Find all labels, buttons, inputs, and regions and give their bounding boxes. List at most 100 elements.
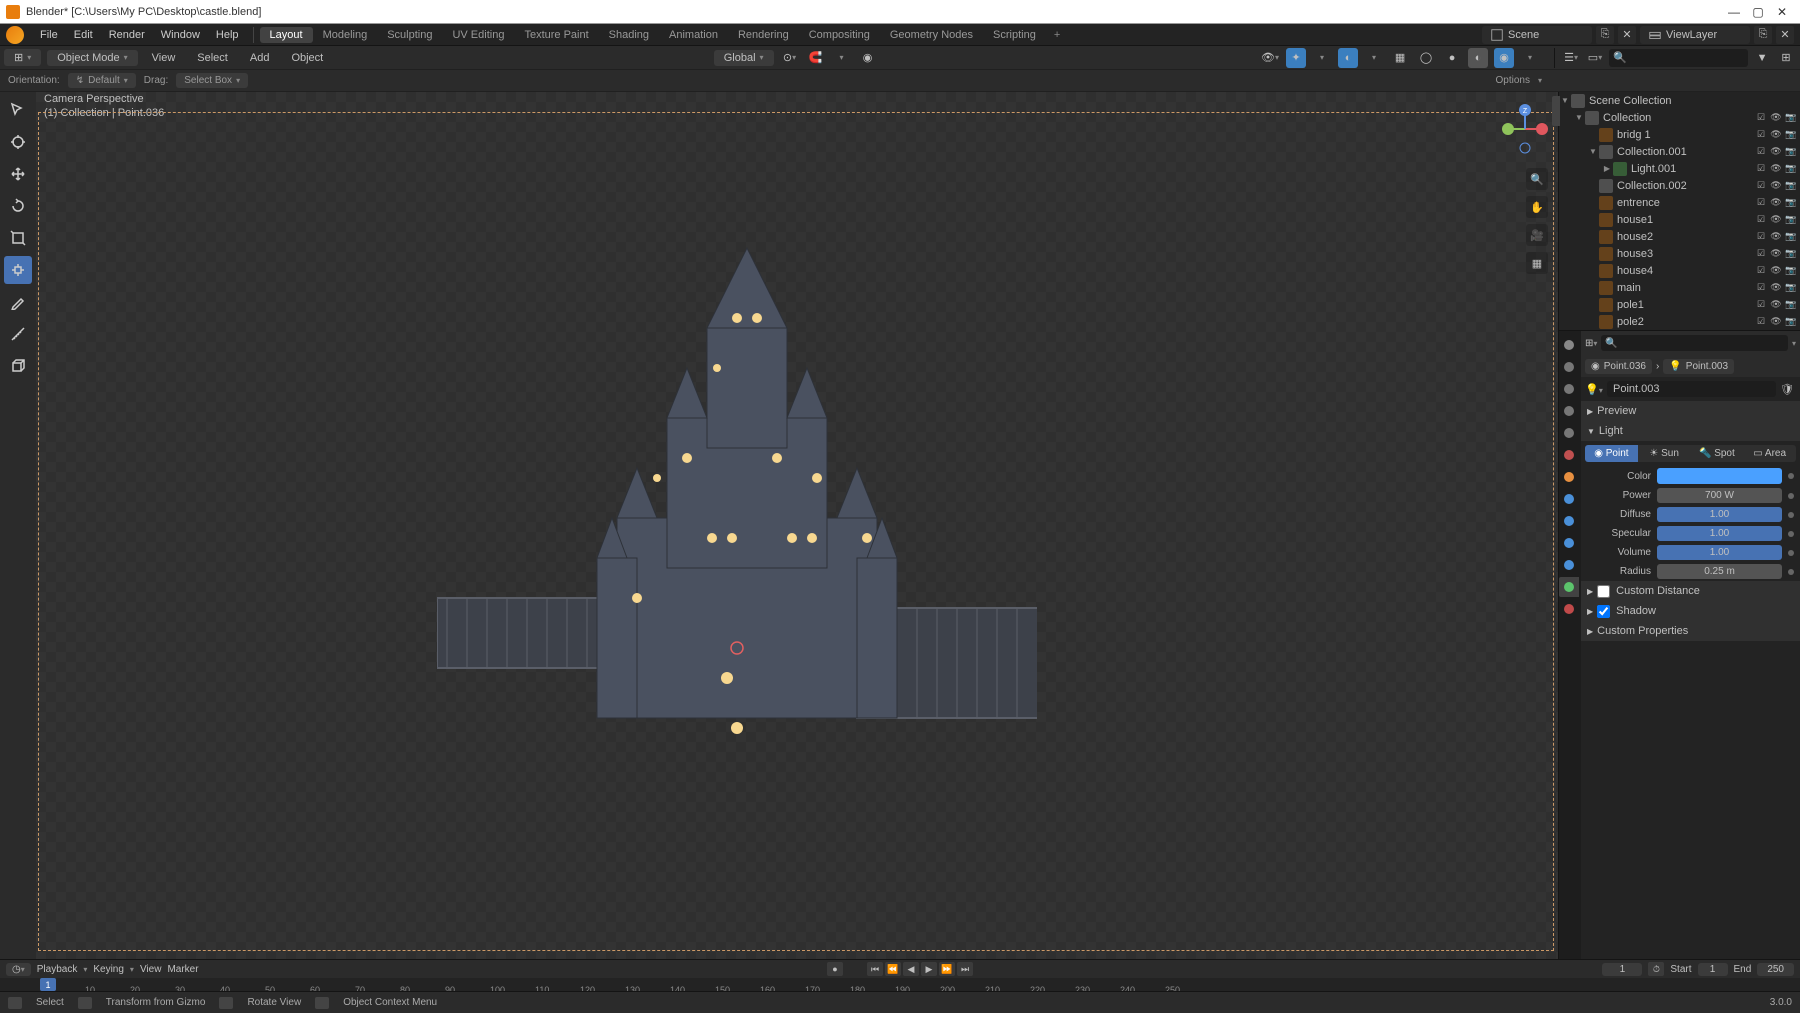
tab-rendering[interactable]: Rendering	[728, 27, 799, 43]
crumb-object[interactable]: ◉ Point.036	[1585, 359, 1652, 374]
shading-wireframe[interactable]: ◯	[1416, 48, 1436, 68]
tool-select-box[interactable]	[4, 96, 32, 124]
prop-tab-modifier[interactable]	[1559, 489, 1579, 509]
tl-view[interactable]: View	[140, 964, 162, 975]
nav-gizmo[interactable]: Z	[1500, 104, 1550, 154]
tab-uv-editing[interactable]: UV Editing	[442, 27, 514, 43]
panel-custom-properties[interactable]: ▶Custom Properties	[1581, 621, 1800, 641]
maximize-button[interactable]: ▢	[1746, 5, 1770, 19]
transform-orientation-dropdown[interactable]: Global ▾	[714, 50, 774, 66]
outliner-item[interactable]: house3☑👁📷	[1559, 245, 1800, 262]
autokey-button[interactable]: ●	[827, 962, 843, 976]
tool-cursor[interactable]	[4, 128, 32, 156]
outliner-item[interactable]: ▼Collection.001☑👁📷	[1559, 143, 1800, 160]
props-search[interactable]: 🔍	[1601, 335, 1788, 351]
snap-target-dropdown[interactable]: ▾	[832, 48, 852, 68]
sidebar-handle[interactable]	[1552, 96, 1560, 126]
mode-dropdown[interactable]: Object Mode ▾	[47, 50, 137, 66]
object-menu[interactable]: Object	[283, 52, 331, 64]
playhead[interactable]: 1	[40, 978, 56, 991]
outliner-filter-button[interactable]: ▼	[1752, 48, 1772, 68]
viewlayer-new-button[interactable]: ⎘	[1754, 26, 1772, 44]
crumb-data[interactable]: 💡 Point.003	[1663, 359, 1734, 374]
proportional-edit-toggle[interactable]: ◉	[858, 48, 878, 68]
outliner-item[interactable]: house2☑👁📷	[1559, 228, 1800, 245]
light-type-point[interactable]: ◉ Point	[1585, 445, 1638, 462]
xray-toggle[interactable]: ▦	[1390, 48, 1410, 68]
tool-move[interactable]	[4, 160, 32, 188]
options-label[interactable]: Options	[1496, 75, 1530, 86]
tab-compositing[interactable]: Compositing	[799, 27, 880, 43]
play[interactable]: ▶	[921, 962, 937, 976]
overlay-toggle[interactable]: ◐	[1338, 48, 1358, 68]
tab-geometry-nodes[interactable]: Geometry Nodes	[880, 27, 983, 43]
prop-tab-viewlayer[interactable]	[1559, 401, 1579, 421]
jump-end[interactable]: ⏭	[957, 962, 973, 976]
prop-tab-physics[interactable]	[1559, 533, 1579, 553]
prop-tab-output[interactable]	[1559, 379, 1579, 399]
orientation-value-dropdown[interactable]: ↯ Default ▾	[68, 73, 136, 88]
minimize-button[interactable]: —	[1722, 5, 1746, 19]
prop-tab-material[interactable]	[1559, 599, 1579, 619]
outliner-display-mode[interactable]: ▭▾	[1585, 48, 1605, 68]
volume-field[interactable]: 1.00	[1657, 545, 1782, 560]
diffuse-field[interactable]: 1.00	[1657, 507, 1782, 522]
tool-rotate[interactable]	[4, 192, 32, 220]
menu-file[interactable]: File	[32, 29, 66, 41]
shading-material[interactable]: ◐	[1468, 48, 1488, 68]
prop-tab-data[interactable]	[1559, 577, 1579, 597]
outliner-new-collection[interactable]: ⊞	[1776, 48, 1796, 68]
scene-new-button[interactable]: ⎘	[1596, 26, 1614, 44]
camera-view-button[interactable]: 🎥	[1526, 224, 1548, 246]
snap-toggle[interactable]: 🧲	[806, 48, 826, 68]
outliner-root[interactable]: ▼Scene Collection	[1559, 92, 1800, 109]
scene-delete-button[interactable]: ✕	[1618, 26, 1636, 44]
outliner-item[interactable]: Collection.002☑👁📷	[1559, 177, 1800, 194]
frame-jump-button[interactable]: ⏱	[1648, 962, 1664, 976]
outliner-item[interactable]: house1☑👁📷	[1559, 211, 1800, 228]
menu-help[interactable]: Help	[208, 29, 247, 41]
pan-button[interactable]: ✋	[1526, 196, 1548, 218]
perspective-toggle[interactable]: ▦	[1526, 252, 1548, 274]
keyframe-dot[interactable]	[1788, 473, 1794, 479]
tool-measure[interactable]	[4, 320, 32, 348]
light-type-area[interactable]: ▭ Area	[1743, 445, 1796, 462]
play-rev[interactable]: ◀	[903, 962, 919, 976]
add-menu[interactable]: Add	[242, 52, 278, 64]
jump-start[interactable]: ⏮	[867, 962, 883, 976]
tab-texture-paint[interactable]: Texture Paint	[514, 27, 598, 43]
current-frame[interactable]: 1	[1602, 963, 1642, 976]
shading-solid[interactable]: ●	[1442, 48, 1462, 68]
fake-user-button[interactable]: 🛡	[1780, 383, 1796, 396]
visibility-dropdown[interactable]: 👁▾	[1260, 48, 1280, 68]
viewlayer-delete-button[interactable]: ✕	[1776, 26, 1794, 44]
overlay-dropdown[interactable]: ▾	[1364, 48, 1384, 68]
view-menu[interactable]: View	[144, 52, 184, 64]
tab-scripting[interactable]: Scripting	[983, 27, 1046, 43]
outliner-search[interactable]: 🔍	[1609, 49, 1748, 67]
light-type-sun[interactable]: ☀ Sun	[1638, 445, 1691, 462]
prop-tab-tool[interactable]	[1559, 335, 1579, 355]
outliner-item[interactable]: ▶Light.001☑👁📷	[1559, 160, 1800, 177]
data-name-field[interactable]: Point.003	[1607, 381, 1776, 397]
light-type-spot[interactable]: 🔦 Spot	[1691, 445, 1744, 462]
end-frame[interactable]: 250	[1757, 963, 1794, 976]
tab-shading[interactable]: Shading	[599, 27, 659, 43]
prop-tab-scene[interactable]	[1559, 423, 1579, 443]
shadow-checkbox[interactable]	[1597, 605, 1610, 618]
scene-field[interactable]: Scene	[1482, 26, 1592, 44]
panel-preview[interactable]: ▶Preview	[1581, 401, 1800, 421]
add-workspace-button[interactable]: +	[1046, 29, 1068, 41]
key-prev[interactable]: ⏪	[885, 962, 901, 976]
select-menu[interactable]: Select	[189, 52, 236, 64]
power-field[interactable]: 700 W	[1657, 488, 1782, 503]
tab-animation[interactable]: Animation	[659, 27, 728, 43]
tab-layout[interactable]: Layout	[260, 27, 313, 43]
menu-render[interactable]: Render	[101, 29, 153, 41]
tool-add-cube[interactable]	[4, 352, 32, 380]
outliner-item[interactable]: pole1☑👁📷	[1559, 296, 1800, 313]
tl-keying[interactable]: Keying	[93, 964, 124, 975]
outliner-item[interactable]: bridg 1☑👁📷	[1559, 126, 1800, 143]
gizmo-toggle[interactable]: ✦	[1286, 48, 1306, 68]
panel-custom-distance[interactable]: ▶Custom Distance	[1581, 581, 1800, 601]
